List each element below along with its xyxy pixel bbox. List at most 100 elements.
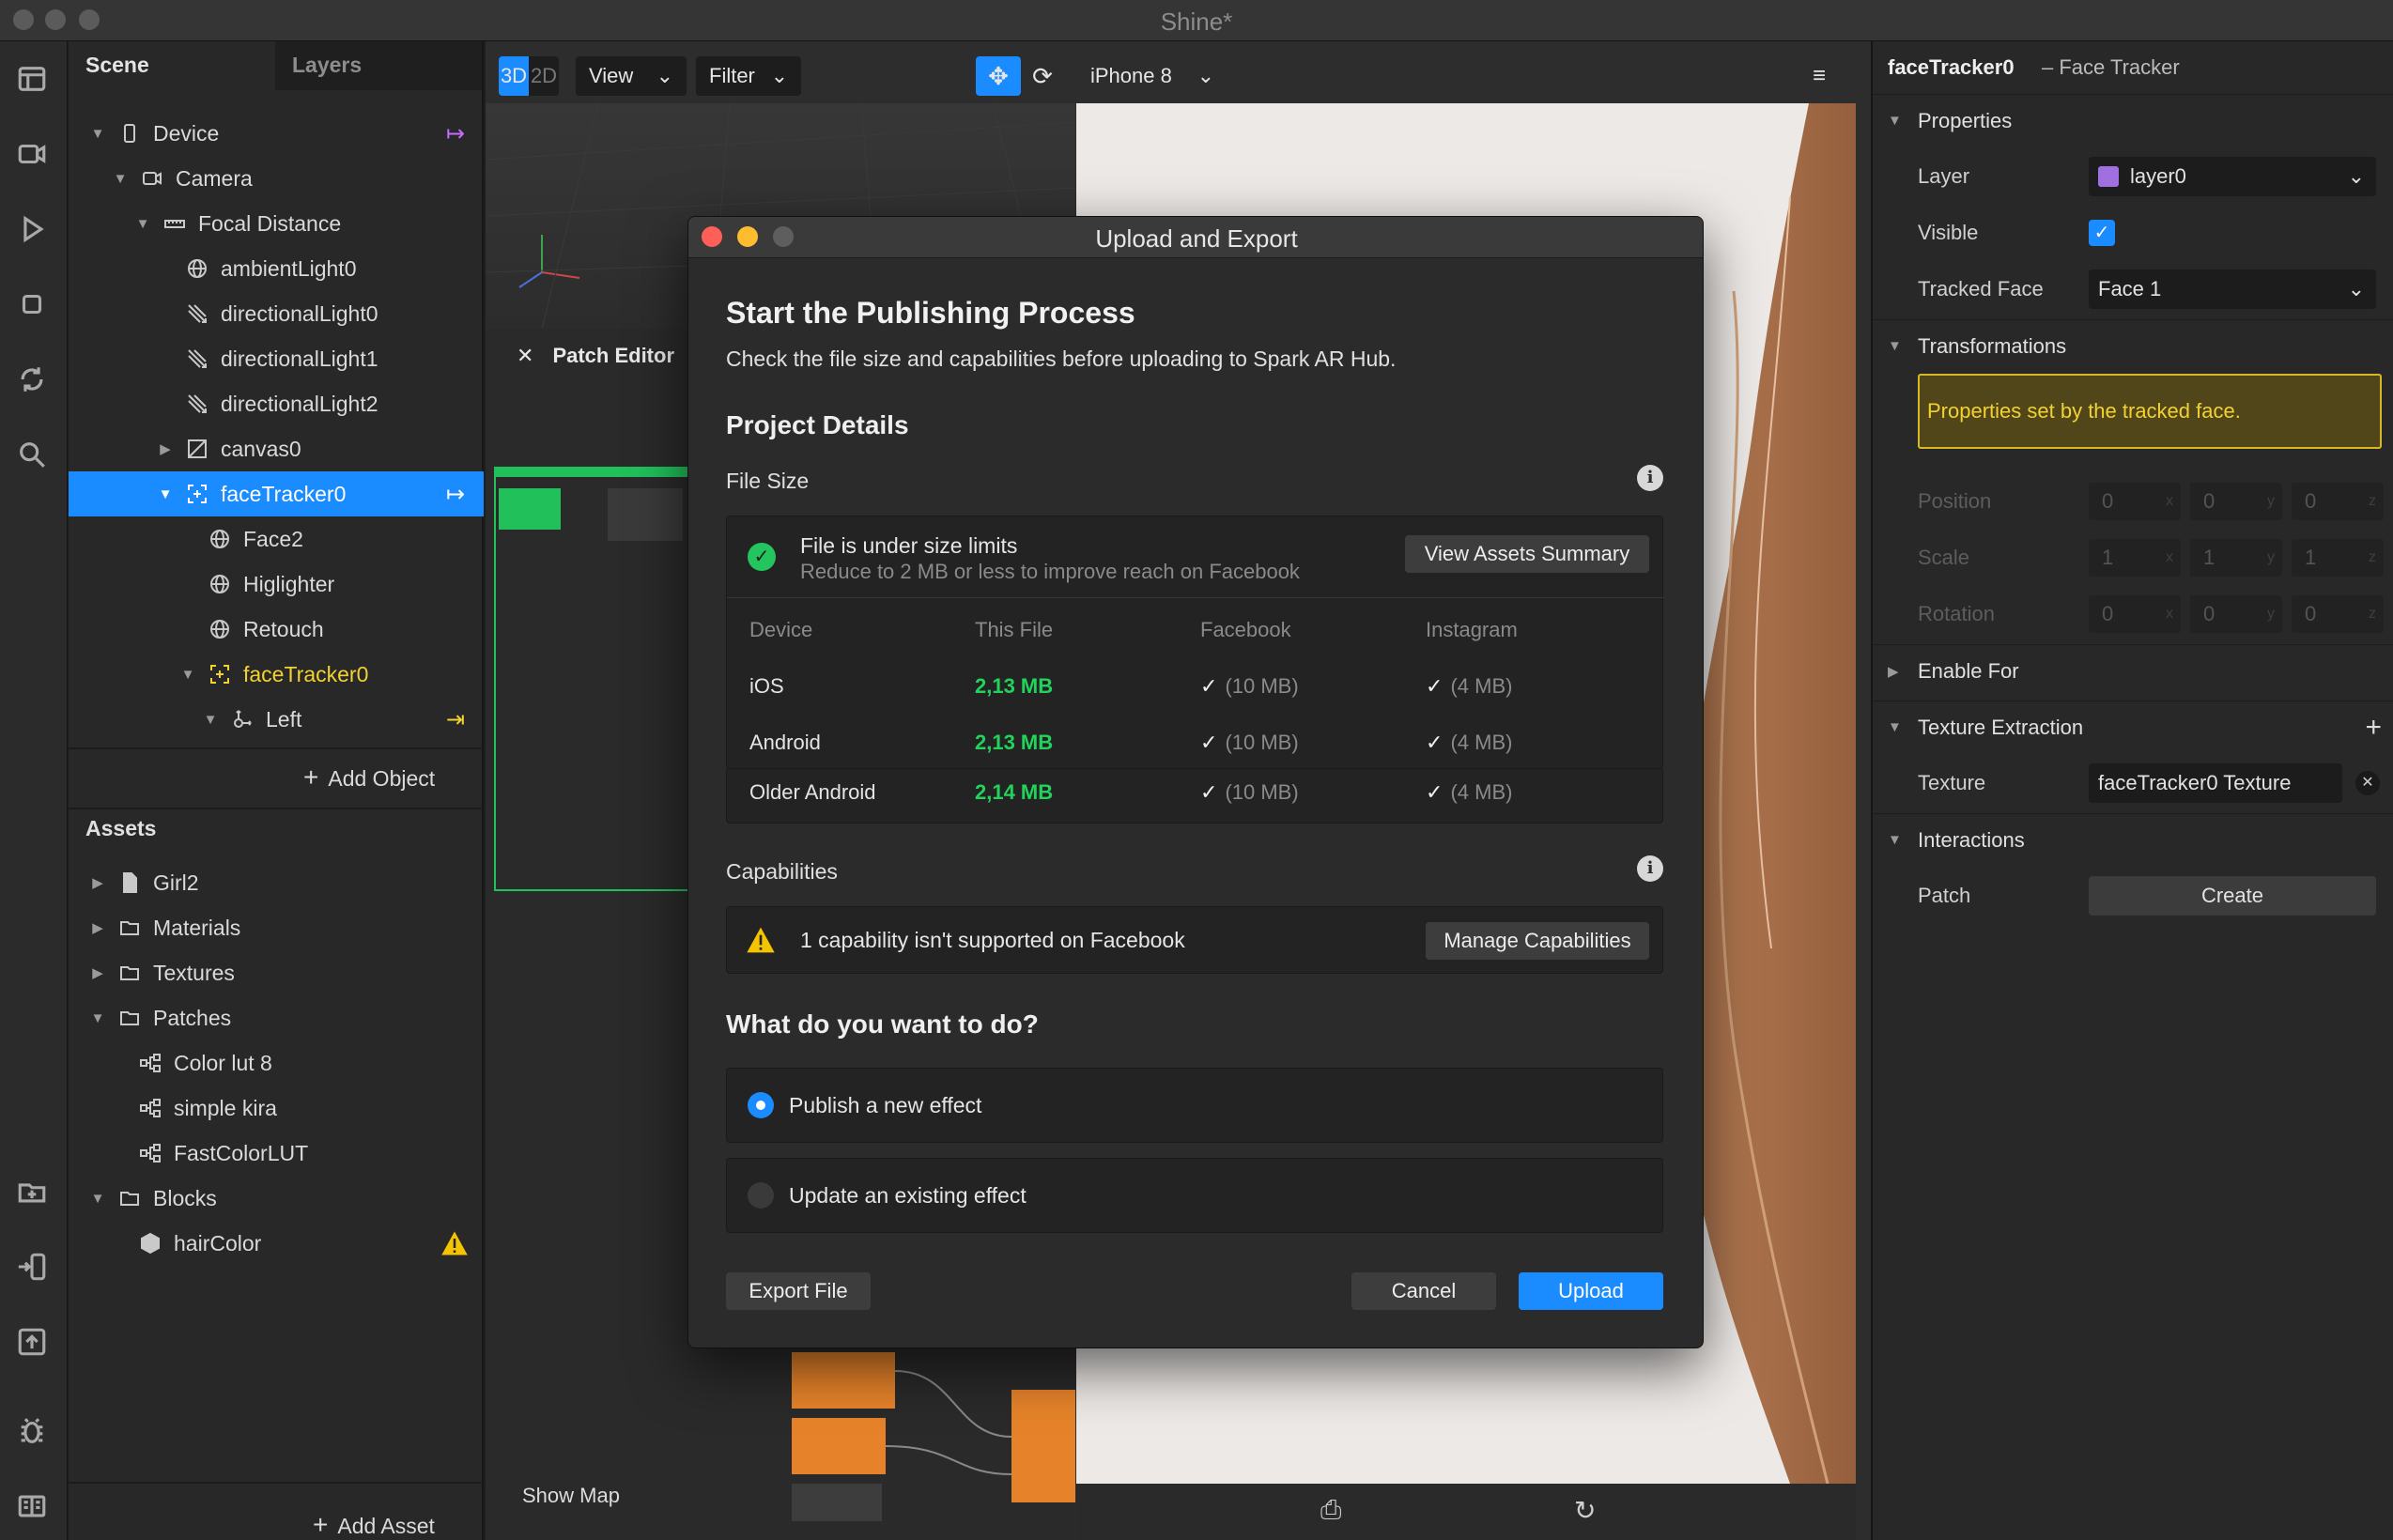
move-tool-button[interactable]: ✥: [976, 56, 1021, 96]
asset-item-girl2[interactable]: ▶ Girl2: [69, 860, 484, 905]
info-icon[interactable]: i: [1637, 855, 1663, 882]
tree-item-higlighter[interactable]: Higlighter: [69, 562, 484, 607]
device-select[interactable]: iPhone 8 ⌄: [1077, 56, 1227, 96]
collapse-triangle-icon[interactable]: ▶: [89, 874, 106, 891]
video-icon[interactable]: [13, 135, 51, 173]
filter-menu[interactable]: Filter ⌄: [696, 56, 801, 96]
texture-extraction-section[interactable]: ▼ Texture Extraction +: [1873, 701, 2393, 753]
expand-triangle-icon[interactable]: ▼: [112, 170, 129, 187]
option-publish-new[interactable]: Publish a new effect: [726, 1068, 1663, 1143]
add-folder-icon[interactable]: [13, 1173, 51, 1210]
texture-field[interactable]: faceTracker0 Texture: [2089, 763, 2342, 803]
layer-select[interactable]: layer0 ⌄: [2089, 157, 2376, 196]
transformations-section[interactable]: ▼ Transformations: [1873, 319, 2393, 372]
restart-icon[interactable]: [13, 361, 51, 398]
expand-triangle-icon[interactable]: ▼: [157, 485, 174, 502]
viewport-menu-button[interactable]: ≡: [1800, 56, 1838, 96]
manage-capabilities-button[interactable]: Manage Capabilities: [1426, 922, 1649, 960]
expand-triangle-icon[interactable]: ▼: [1888, 338, 1902, 354]
tree-item-directionallight1[interactable]: directionalLight1: [69, 336, 484, 381]
expand-triangle-icon[interactable]: ▼: [89, 1190, 106, 1207]
show-map-button[interactable]: Show Map: [522, 1484, 620, 1508]
stop-icon[interactable]: [13, 285, 51, 323]
tree-item-focal-distance[interactable]: ▼ Focal Distance: [69, 201, 484, 246]
expand-triangle-icon[interactable]: ▼: [1888, 113, 1902, 129]
collapse-triangle-icon[interactable]: ▶: [89, 964, 106, 981]
bug-icon[interactable]: [13, 1412, 51, 1450]
tree-item-camera[interactable]: ▼ Camera: [69, 156, 484, 201]
properties-section[interactable]: ▼ Properties: [1873, 94, 2393, 146]
tree-item-facetracker0-selected[interactable]: ▼ faceTracker0 ↦: [69, 471, 484, 516]
target-arrow-icon[interactable]: ↦: [446, 481, 465, 508]
add-asset-button[interactable]: + Add Asset: [313, 1506, 435, 1540]
expand-triangle-icon[interactable]: ▼: [89, 1009, 106, 1026]
rotate-tool-button[interactable]: ⟳: [1021, 56, 1064, 96]
upload-icon[interactable]: [13, 1323, 51, 1361]
send-to-device-icon[interactable]: [13, 1248, 51, 1286]
tree-item-left[interactable]: ▼ Left ⇥: [69, 697, 484, 742]
search-icon[interactable]: [13, 436, 51, 473]
asset-item-patches[interactable]: ▼ Patches: [69, 995, 484, 1040]
export-file-button[interactable]: Export File: [726, 1272, 871, 1310]
docs-icon[interactable]: [13, 1487, 51, 1525]
axis-y-label: y: [2267, 606, 2275, 622]
create-patch-button[interactable]: Create: [2089, 876, 2376, 916]
layout-icon[interactable]: [13, 60, 51, 98]
asset-item-simple-kira[interactable]: simple kira: [69, 1086, 484, 1131]
tree-item-directionallight0[interactable]: directionalLight0: [69, 291, 484, 336]
tree-item-device[interactable]: ▼ Device ↦: [69, 111, 484, 156]
visible-checkbox[interactable]: ✓: [2089, 220, 2115, 246]
collapse-triangle-icon[interactable]: ▶: [1888, 663, 1899, 680]
tree-item-face2[interactable]: Face2: [69, 516, 484, 562]
tracked-face-select[interactable]: Face 1 ⌄: [2089, 270, 2376, 309]
warning-icon[interactable]: [440, 1230, 469, 1262]
collapse-triangle-icon[interactable]: ▶: [157, 440, 174, 457]
asset-item-materials[interactable]: ▶ Materials: [69, 905, 484, 950]
target-arrow-icon[interactable]: ↦: [446, 120, 465, 147]
instagram-limit: (4 MB): [1450, 780, 1513, 804]
view-menu[interactable]: View ⌄: [576, 56, 687, 96]
tree-item-directionallight2[interactable]: directionalLight2: [69, 381, 484, 426]
tree-item-retouch[interactable]: Retouch: [69, 607, 484, 652]
table-header-instagram: Instagram: [1426, 618, 1518, 641]
mode-2d-button[interactable]: 2D: [529, 56, 559, 96]
expand-triangle-icon[interactable]: ▼: [1888, 719, 1902, 735]
rotate-icon: ⟳: [1032, 61, 1053, 90]
tree-item-ambientlight0[interactable]: ambientLight0: [69, 246, 484, 291]
add-texture-icon[interactable]: +: [2365, 712, 2382, 744]
interactions-section[interactable]: ▼ Interactions: [1873, 813, 2393, 866]
expand-triangle-icon[interactable]: ▼: [202, 711, 219, 728]
cancel-button[interactable]: Cancel: [1351, 1272, 1496, 1310]
asset-item-blocks[interactable]: ▼ Blocks: [69, 1176, 484, 1221]
enable-for-section[interactable]: ▶ Enable For: [1873, 644, 2393, 697]
rotate-device-icon[interactable]: ↻: [1574, 1495, 1596, 1526]
asset-item-color-lut-8[interactable]: Color lut 8: [69, 1040, 484, 1086]
rotation-label: Rotation: [1918, 602, 1995, 625]
target-arrow-icon[interactable]: ⇥: [446, 706, 465, 733]
expand-triangle-icon[interactable]: ▼: [89, 125, 106, 142]
tab-layers[interactable]: Layers: [275, 41, 482, 90]
remove-texture-icon[interactable]: ✕: [2355, 771, 2380, 795]
asset-item-textures[interactable]: ▶ Textures: [69, 950, 484, 995]
view-assets-summary-button[interactable]: View Assets Summary: [1405, 535, 1649, 573]
option-update-existing[interactable]: Update an existing effect: [726, 1158, 1663, 1233]
radio-unselected[interactable]: [748, 1182, 774, 1209]
screenshot-icon[interactable]: ⎙: [1320, 1495, 1341, 1526]
info-icon[interactable]: i: [1637, 465, 1663, 491]
asset-item-haircolor[interactable]: hairColor: [69, 1221, 484, 1266]
expand-triangle-icon[interactable]: ▼: [179, 666, 196, 683]
radio-selected[interactable]: [748, 1092, 774, 1118]
add-object-button[interactable]: + Add Object: [303, 747, 435, 808]
tree-item-canvas0[interactable]: ▶ canvas0: [69, 426, 484, 471]
table-cell-device: iOS: [749, 674, 784, 698]
expand-triangle-icon[interactable]: ▼: [1888, 832, 1902, 848]
play-icon[interactable]: [13, 210, 51, 248]
asset-item-fastcolorlut[interactable]: FastColorLUT: [69, 1131, 484, 1176]
collapse-triangle-icon[interactable]: ▶: [89, 919, 106, 936]
mode-3d-button[interactable]: 3D: [499, 56, 529, 96]
tab-scene[interactable]: Scene: [69, 41, 275, 90]
upload-button[interactable]: Upload: [1519, 1272, 1663, 1310]
close-icon[interactable]: ✕: [517, 344, 533, 367]
expand-triangle-icon[interactable]: ▼: [134, 215, 151, 232]
tree-item-facetracker0-child[interactable]: ▼ faceTracker0: [69, 652, 484, 697]
